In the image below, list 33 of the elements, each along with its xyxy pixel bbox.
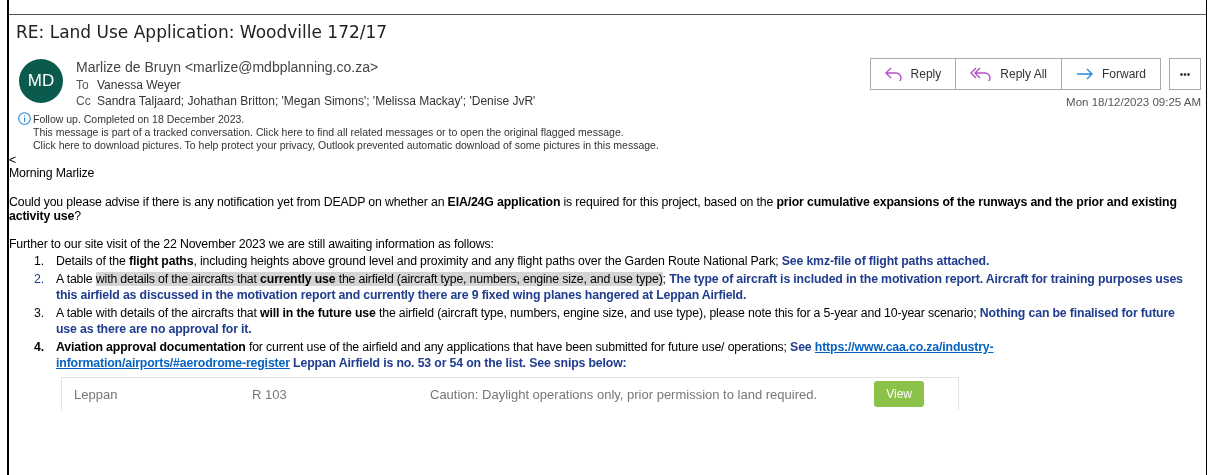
list-number: 2. xyxy=(34,271,45,288)
table-cell-text: Leppan xyxy=(73,386,119,402)
table-cell-text: R 103 xyxy=(252,386,288,402)
list-number: 4. xyxy=(34,339,45,356)
sender-name: Marlize de Bruyn <marlize@mdbplanning.co.za> xyxy=(76,59,380,75)
sent-date: Mon 18/12/2023 09:25 AM xyxy=(1066,96,1201,108)
register-link[interactable]: https://www.caa.co.za/industry- xyxy=(814,340,994,354)
reply-all-icon xyxy=(970,67,993,81)
info-message: Follow up. Completed on 18 December 2023. xyxy=(33,112,245,125)
body-text: < xyxy=(9,154,18,166)
reply-icon xyxy=(884,67,903,81)
cc-label: Cc xyxy=(76,94,92,108)
info-icon xyxy=(18,112,31,125)
list-item-text: A table with details of the aircrafts that will in the future use the airfield (aircraft type, numbers, engine size, and use type), please note this for a 5-year and 10-year scenario; Nothing can be finalised for future use as there are no approval for it. xyxy=(56,305,1176,337)
info-message: This message is part of a tracked conversation. Click here to find all related messages or to open the original flagged message. xyxy=(33,126,625,138)
table-cell-text: Caution: Daylight operations only, prior permission to land required. xyxy=(430,386,819,402)
list-item-text: Aviation approval documentation for current use of the airfield and any applications that have been submitted for future use/ operations; See https://www.caa.co.za/industry- information/airports/#aerodrome-register Leppan Airfield is no. 53 or 54 on the list. See snips below: xyxy=(56,339,995,371)
cc-recipients: Sandra Taljaard; Johathan Britton; 'Megan Simons'; 'Melissa Mackay'; 'Denise JvR' xyxy=(97,94,536,108)
to-recipient: Vanessa Weyer xyxy=(97,78,181,92)
list-number: 1. xyxy=(34,253,45,269)
greeting: Morning Marlize xyxy=(9,166,96,180)
avatar: MD xyxy=(19,59,63,103)
email-subject: RE: Land Use Application: Woodville 172/17 xyxy=(15,21,389,44)
register-link[interactable]: information/airports/#aerodrome-register xyxy=(56,356,290,370)
body-paragraph: Further to our site visit of the 22 November 2023 we are still awaiting information as follows: xyxy=(9,237,495,251)
body-paragraph: Could you please advise if there is any notification yet from DEADP on whether an EIA/24G application is required for this project, based on the prior cumulative expansions of the runways and the prior and existing activity use? xyxy=(9,195,1178,223)
to-label: To xyxy=(76,78,90,92)
list-item-text: A table with details of the aircrafts that currently use the airfield (aircraft type, numbers, engine size, and use type); The type of aircraft is included in the motivation report. Aircraft for training purposes uses this airfield as discussed in the motivation report and currently there are 9 fixed wing planes hangered at Leppan Airfield. xyxy=(56,271,1184,303)
list-item-text: Details of the flight paths, including heights above ground level and proximity and any flight paths over the Garden Route National Park; See kmz-file of flight paths attached. xyxy=(56,253,991,269)
info-message: Click here to download pictures. To help protect your privacy, Outlook prevented automatic download of some pictures in this message. xyxy=(33,139,660,151)
list-number: 3. xyxy=(34,305,45,322)
forward-icon xyxy=(1076,67,1094,81)
more-button[interactable]: ••• xyxy=(1169,58,1201,90)
